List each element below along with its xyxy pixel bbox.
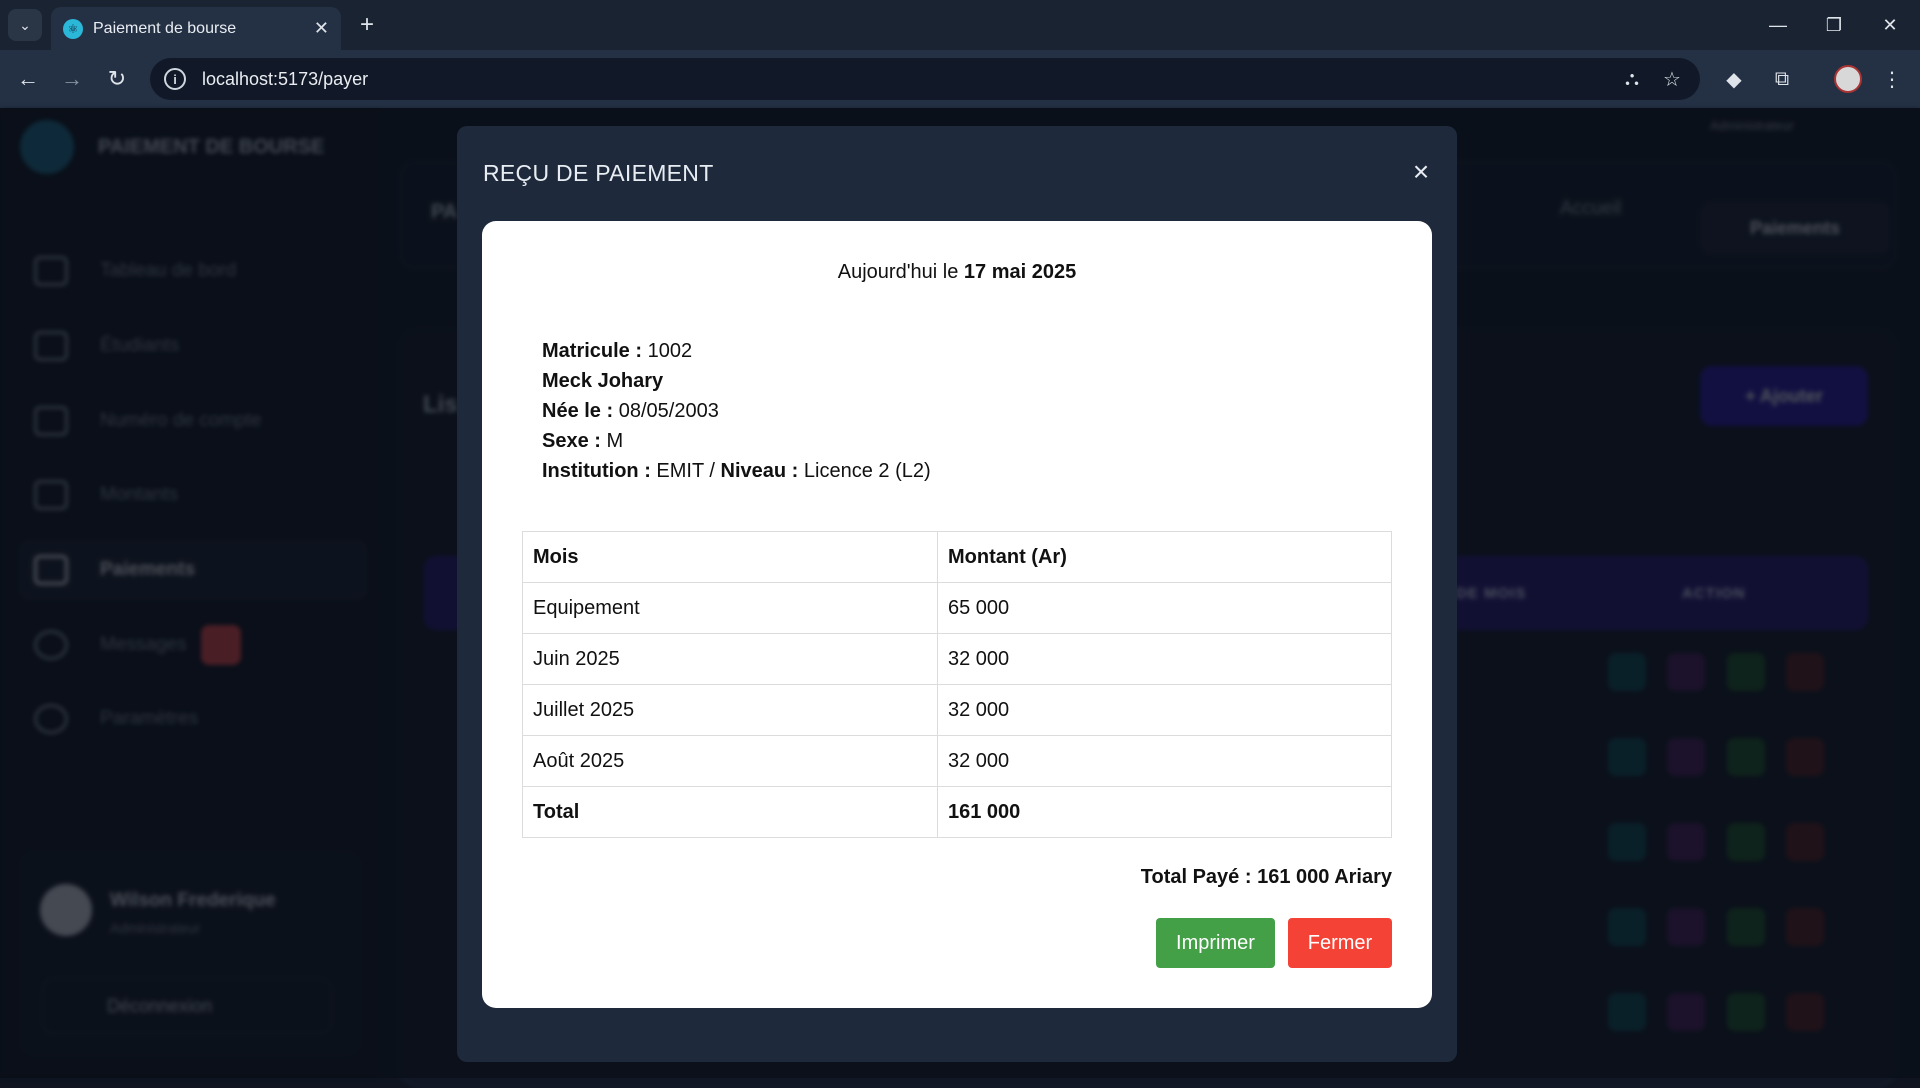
modal-title: REÇU DE PAIEMENT (483, 160, 714, 186)
sex-line: Sexe : M (542, 426, 931, 456)
receipt-card: Aujourd'hui le 17 mai 2025 Matricule : 1… (482, 221, 1432, 1008)
institution-label: Institution : (542, 460, 651, 482)
receipt-date: Aujourd'hui le 17 mai 2025 (482, 261, 1432, 284)
extension-colorful-icon[interactable]: ◆ (1720, 65, 1748, 93)
url-text[interactable]: localhost:5173/payer (202, 69, 368, 90)
table-row: Juin 2025 32 000 (522, 633, 1392, 685)
total-value: 161 000 (937, 786, 1392, 838)
matricule-label: Matricule : (542, 340, 643, 362)
payment-table: Mois Montant (Ar) Equipement 65 000 Juin… (522, 531, 1392, 838)
row-month: Août 2025 (522, 735, 938, 787)
date-prefix: Aujourd'hui le (837, 261, 959, 283)
birth-line: Née le : 08/05/2003 (542, 396, 931, 426)
browser-titlebar: ⌄ ⚛ Paiement de bourse ✕ + — ❐ ✕ (0, 0, 1920, 50)
total-paid: Total Payé : 161 000 Ariary (1140, 866, 1392, 888)
site-info-icon[interactable]: i (164, 68, 186, 90)
forward-icon[interactable]: → (56, 63, 88, 95)
level-label: Niveau : (720, 460, 799, 482)
translate-icon[interactable]: ⛬ (1620, 67, 1644, 91)
institution-line: Institution : EMIT / Niveau : Licence 2 … (542, 456, 931, 486)
browser-menu-icon[interactable]: ⋮ (1878, 65, 1906, 93)
tab-title: Paiement de bourse (93, 19, 237, 37)
student-info: Matricule : 1002 Meck Johary Née le : 08… (542, 336, 931, 486)
close-icon[interactable]: × (1407, 158, 1435, 186)
reload-icon[interactable]: ↻ (101, 63, 133, 95)
row-month: Equipement (522, 582, 938, 634)
total-label: Total (522, 786, 938, 838)
birth-value: 08/05/2003 (618, 400, 719, 422)
row-amount: 32 000 (937, 684, 1392, 736)
extensions-puzzle-icon[interactable]: ⧉ (1768, 65, 1796, 93)
close-button[interactable]: Fermer (1288, 918, 1392, 968)
matricule-line: Matricule : 1002 (542, 336, 931, 366)
sex-label: Sexe : (542, 430, 601, 452)
tab-close-icon[interactable]: ✕ (314, 18, 329, 39)
date-value: 17 mai 2025 (963, 261, 1077, 283)
birth-label: Née le : (542, 400, 614, 422)
window-close-icon[interactable]: ✕ (1870, 10, 1910, 40)
row-month: Juillet 2025 (522, 684, 938, 736)
sex-value: M (606, 430, 624, 452)
row-amount: 32 000 (937, 735, 1392, 787)
browser-tab[interactable]: ⚛ Paiement de bourse ✕ (51, 7, 341, 50)
table-row: Août 2025 32 000 (522, 735, 1392, 787)
institution-value: EMIT (656, 460, 704, 482)
row-month: Juin 2025 (522, 633, 938, 685)
table-row: Equipement 65 000 (522, 582, 1392, 634)
row-amount: 32 000 (937, 633, 1392, 685)
student-name-line: Meck Johary (542, 366, 931, 396)
restore-icon[interactable]: ❐ (1814, 10, 1854, 40)
row-amount: 65 000 (937, 582, 1392, 634)
tab-favicon-icon: ⚛ (63, 18, 83, 39)
header-amount: Montant (Ar) (937, 531, 1392, 583)
student-name: Meck Johary (542, 370, 664, 392)
address-bar[interactable]: i localhost:5173/payer ⛬ ☆ (150, 58, 1700, 100)
matricule-value: 1002 (647, 340, 693, 362)
level-value: Licence 2 (L2) (803, 460, 931, 482)
new-tab-icon[interactable]: + (352, 10, 382, 40)
separator: / (709, 460, 715, 482)
print-button[interactable]: Imprimer (1156, 918, 1275, 968)
profile-avatar[interactable] (1834, 65, 1862, 93)
browser-toolbar: ← → ↻ i localhost:5173/payer ⛬ ☆ ◆ ⧉ ⋮ (0, 50, 1920, 108)
bookmark-star-icon[interactable]: ☆ (1660, 67, 1684, 91)
table-header-row: Mois Montant (Ar) (522, 531, 1392, 583)
minimize-icon[interactable]: — (1758, 10, 1798, 40)
header-month: Mois (522, 531, 938, 583)
table-row: Juillet 2025 32 000 (522, 684, 1392, 736)
receipt-modal: REÇU DE PAIEMENT × Aujourd'hui le 17 mai… (457, 126, 1457, 1062)
back-icon[interactable]: ← (12, 63, 44, 95)
total-row: Total 161 000 (522, 786, 1392, 838)
tab-search-chevron-icon[interactable]: ⌄ (8, 9, 42, 41)
